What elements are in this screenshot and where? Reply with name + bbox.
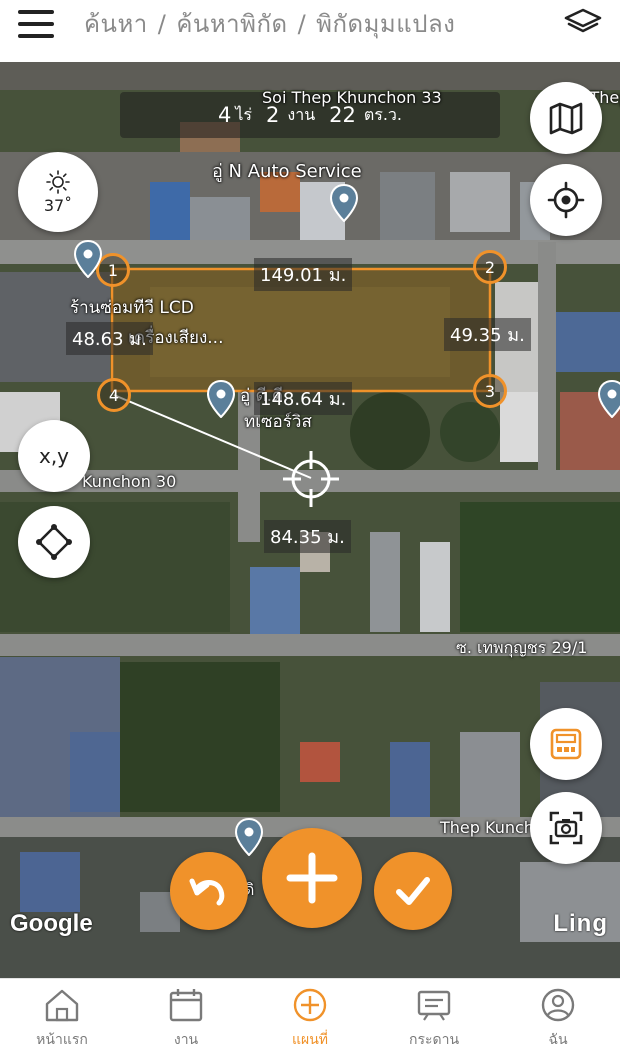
nav-label: งาน [173,1032,199,1048]
road-label: Thep Kunch [440,818,534,837]
edge-length-right: 49.35 ม. [444,318,531,351]
breadcrumb-search-coordinates[interactable]: ค้นหาพิกัด [176,10,287,38]
calendar-icon [169,989,203,1022]
edge-length-bottom: 148.64 ม. [254,382,353,415]
location-pin-icon[interactable] [330,184,358,222]
layers-icon[interactable] [564,8,602,38]
nav-map[interactable]: แผนที่ [248,979,372,1051]
add-vertex-button[interactable] [18,506,90,578]
home-icon [45,989,79,1022]
weather-widget: 37˚ [18,152,98,232]
calculator-icon [550,728,582,760]
camera-frame-icon [549,811,583,845]
google-logo: Google [10,910,93,937]
undo-button[interactable] [170,852,248,930]
breadcrumb: ค้นหา / ค้นหาพิกัด / พิกัดมุมแปลง [84,4,455,43]
map-type-button[interactable] [530,82,602,154]
poi-label: ร้านซ่อมทีวี LCD [70,298,194,318]
nav-jobs[interactable]: งาน [124,979,248,1051]
crosshair-icon [283,451,339,507]
nav-label: กระดาน [408,1032,460,1048]
plus-icon [286,852,338,904]
target-location-icon [547,181,585,219]
poi-label: อู่ N Auto Service [212,161,362,182]
nav-label: แผนที่ [291,1032,329,1048]
edge-length-left: 48.63 ม. [66,322,153,355]
xy-coordinate-button[interactable]: x,y [18,420,90,492]
xy-label: x,y [38,444,70,468]
menu-icon[interactable] [18,10,54,38]
vertex-marker[interactable]: 2 [473,250,507,284]
nav-home[interactable]: หน้าแรก [0,979,124,1051]
diamond-node-icon [36,524,72,560]
bottom-navigation: หน้าแรก งาน แผนที่ กระดาน ฉัน [0,978,620,1051]
breadcrumb-separator: / [157,10,167,38]
nav-label: ฉัน [548,1032,568,1048]
nav-profile[interactable]: ฉัน [496,979,620,1051]
breadcrumb-plot-corners: พิกัดมุมแปลง [316,10,456,38]
vertex-marker[interactable]: 3 [473,374,507,408]
calculator-button[interactable] [530,708,602,780]
temperature: 37˚ [43,195,73,215]
check-icon [396,877,430,905]
location-pin-icon[interactable] [235,818,263,856]
map-plus-icon [293,988,327,1022]
road-label: Kunchon 30 [82,472,177,491]
nav-label: หน้าแรก [36,1032,88,1048]
confirm-button[interactable] [374,852,452,930]
my-location-button[interactable] [530,164,602,236]
map-icon [549,102,583,135]
vertex-marker[interactable]: 4 [97,378,131,412]
road-label: Soi Thep Khunchon 33 [262,88,442,107]
breadcrumb-separator: / [297,10,307,38]
distance-to-cursor: 84.35 ม. [264,520,351,553]
brand-watermark: Ling [553,910,608,937]
area-rai-unit: ไร่ [235,104,253,124]
location-pin-icon[interactable] [74,240,102,278]
location-pin-icon[interactable] [207,380,235,418]
breadcrumb-search[interactable]: ค้นหา [84,10,148,38]
undo-icon [189,878,225,906]
area-rai: 4 [218,103,232,127]
map-view[interactable]: 4 ไร่ 2 งาน 22 ตร.ว. Soi Thep Khunchon 3… [0,62,620,978]
sun-icon [46,169,70,194]
nav-board[interactable]: กระดาน [372,979,496,1051]
top-bar: ค้นหา / ค้นหาพิกัด / พิกัดมุมแปลง [0,0,620,62]
screenshot-button[interactable] [530,792,602,864]
edge-length-top: 149.01 ม. [254,258,353,291]
add-point-button[interactable] [262,828,362,928]
user-icon [541,988,575,1022]
board-icon [417,990,451,1021]
location-pin-icon[interactable] [598,380,620,418]
road-label: ซ. เทพกุญชร 29/1 [456,638,588,657]
